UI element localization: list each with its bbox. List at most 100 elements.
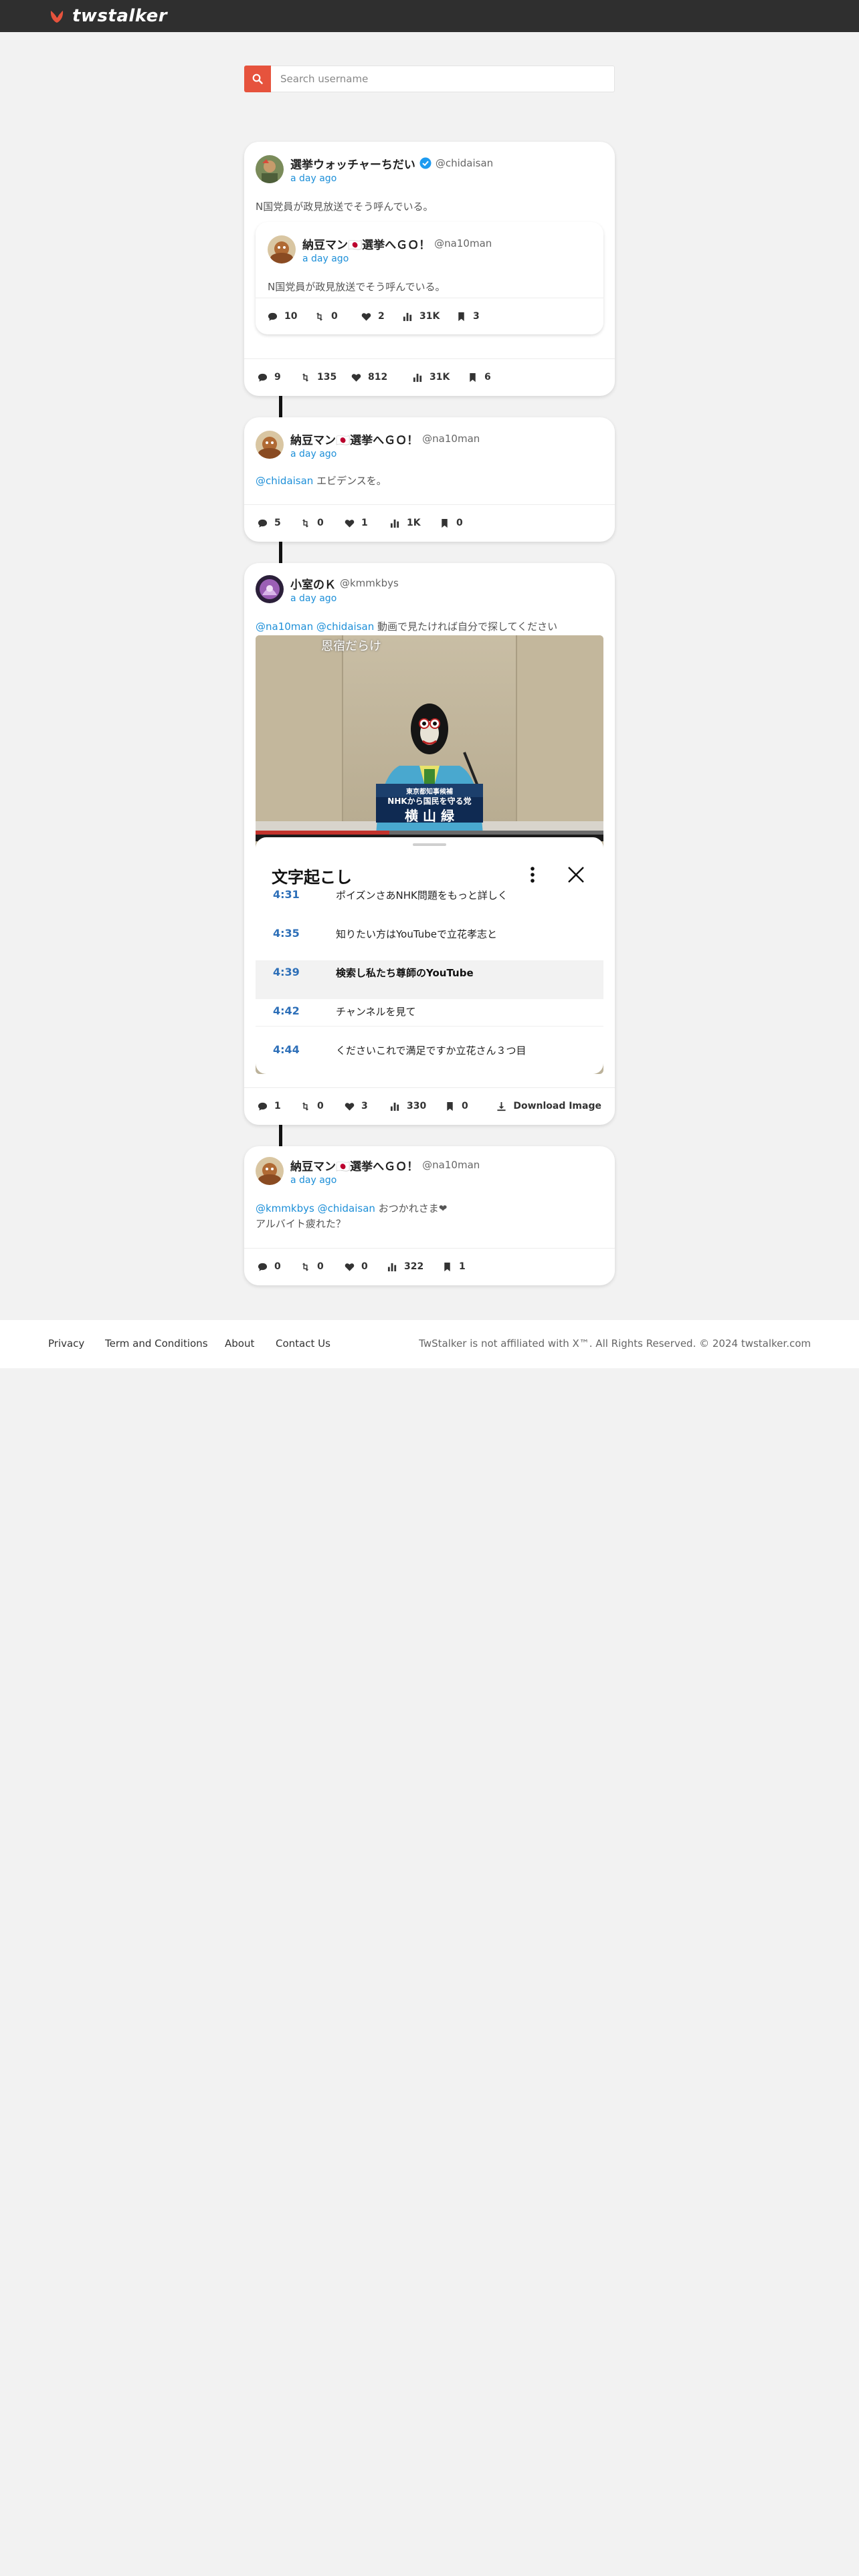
retweet-stat[interactable]: 0 <box>300 518 324 528</box>
avatar-image <box>256 1157 284 1185</box>
views-chart-icon <box>413 373 422 382</box>
download-image-button[interactable]: Download Image <box>496 1101 601 1111</box>
footer-copyright: TwStalker is not affiliated with X™. All… <box>419 1337 811 1350</box>
avatar-image <box>256 575 284 603</box>
avatar[interactable] <box>256 1157 284 1185</box>
tweet-header: 納豆マン🇯🇵選挙へＧＯ！ @na10man a day ago <box>256 1157 480 1186</box>
bookmark-icon <box>447 1101 453 1111</box>
like-stat[interactable]: 0 <box>345 1261 368 1272</box>
retweet-icon <box>302 1101 309 1111</box>
bookmark-stat[interactable]: 0 <box>440 518 463 528</box>
nameplate-name: 横 山 緑 <box>405 808 454 824</box>
reply-stat[interactable]: 5 <box>258 518 281 528</box>
tweet-text: @na10man @chidaisan 動画で見たければ自分で探してください <box>256 621 558 633</box>
avatar[interactable] <box>256 431 284 459</box>
like-stat[interactable]: 3 <box>345 1101 368 1111</box>
retweet-stat[interactable]: 0 <box>300 1101 324 1111</box>
footer-link-contact[interactable]: Contact Us <box>276 1337 330 1350</box>
search-input[interactable] <box>271 66 615 92</box>
like-stat[interactable]: 812 <box>351 372 387 383</box>
transcript-row-active[interactable]: 4:39 検索し私たち尊師のYouTube <box>256 966 603 982</box>
reply-stat[interactable]: 9 <box>258 372 281 383</box>
transcript-row[interactable]: 4:35 知りたい方はYouTubeで立花孝志と <box>256 927 603 943</box>
tweet-header: 小室のＫ @kmmkbys a day ago <box>256 575 399 604</box>
author-name[interactable]: 小室のＫ <box>290 575 336 592</box>
thread-connector <box>279 542 282 563</box>
views-stat[interactable]: 31K <box>403 311 440 322</box>
author-name[interactable]: 選挙ウォッチャーちだい <box>290 155 415 172</box>
tweet-time[interactable]: a day ago <box>290 449 480 459</box>
like-stat[interactable]: 1 <box>345 518 368 528</box>
views-stat[interactable]: 1K <box>390 518 421 528</box>
transcript-row[interactable]: 4:44 くださいこれで満足ですか立花さん３つ目 <box>256 1043 603 1059</box>
avatar[interactable] <box>268 235 296 263</box>
reply-stat[interactable]: 10 <box>268 311 297 322</box>
tweet-time[interactable]: a day ago <box>290 593 399 604</box>
author-handle[interactable]: @na10man <box>434 237 492 249</box>
transcript-title: 文字起こし <box>272 868 352 887</box>
bookmark-icon <box>444 1262 450 1271</box>
search-bar <box>244 66 615 92</box>
transcript-close-icon[interactable] <box>565 864 587 887</box>
tweet-text: N国党員が政見放送でそう呼んでいる。 <box>256 201 434 213</box>
tweet-media-image[interactable]: 恩宿だらけ 東京都知事候補 NHKから国民を守る党 横 山 緑 文字起こし 4:… <box>256 635 603 1074</box>
heart-icon <box>345 1263 355 1271</box>
tweet-card: 選挙ウォッチャーちだい @chidaisan a day ago N国党員が政見… <box>244 142 615 396</box>
views-stat[interactable]: 322 <box>387 1261 423 1272</box>
tweet-text: @chidaisan エビデンスを。 <box>256 475 387 487</box>
retweet-stat[interactable]: 135 <box>300 372 337 383</box>
mention-link[interactable]: @chidaisan <box>316 621 374 633</box>
author-handle[interactable]: @kmmkbys <box>340 577 399 589</box>
footer-link-privacy[interactable]: Privacy <box>48 1337 84 1350</box>
avatar-image <box>256 431 284 459</box>
site-logo[interactable]: twstalker <box>48 5 167 27</box>
quote-stats: 10 0 2 31K 3 <box>256 298 603 334</box>
author-name[interactable]: 納豆マン🇯🇵選挙へＧＯ！ <box>302 235 430 252</box>
reply-stat[interactable]: 1 <box>258 1101 281 1111</box>
heart-icon <box>361 312 371 321</box>
bookmark-stat[interactable]: 6 <box>468 372 491 383</box>
nameplate-small: 東京都知事候補 <box>406 788 453 796</box>
tweet-time[interactable]: a day ago <box>302 253 492 264</box>
reply-stat[interactable]: 0 <box>258 1261 281 1272</box>
reply-icon <box>258 1102 268 1111</box>
retweet-stat[interactable]: 0 <box>314 311 338 322</box>
avatar[interactable] <box>256 575 284 603</box>
bookmark-stat[interactable]: 0 <box>445 1101 468 1111</box>
author-handle[interactable]: @na10man <box>422 433 480 445</box>
logo-text: twstalker <box>72 6 168 26</box>
bookmark-stat[interactable]: 3 <box>456 311 480 322</box>
like-stat[interactable]: 2 <box>361 311 385 322</box>
retweet-icon <box>302 372 309 382</box>
tweet-card: 小室のＫ @kmmkbys a day ago @na10man @chidai… <box>244 563 615 1125</box>
views-stat[interactable]: 31K <box>413 372 450 383</box>
search-button[interactable] <box>244 66 271 92</box>
heart-icon <box>345 1102 355 1111</box>
mention-link[interactable]: @chidaisan <box>318 1202 375 1214</box>
reply-icon <box>258 373 268 382</box>
tweet-time[interactable]: a day ago <box>290 173 493 184</box>
author-handle[interactable]: @na10man <box>422 1159 480 1171</box>
footer-link-terms[interactable]: Term and Conditions <box>105 1337 208 1350</box>
mention-link[interactable]: @chidaisan <box>256 475 313 487</box>
author-name[interactable]: 納豆マン🇯🇵選挙へＧＯ！ <box>290 1157 418 1174</box>
tweet-text: @kmmkbys @chidaisan おつかれさま❤ アルバイト疲れた？ <box>256 1202 448 1230</box>
avatar[interactable] <box>256 155 284 183</box>
views-chart-icon <box>390 1102 399 1111</box>
quoted-tweet[interactable]: 納豆マン🇯🇵選挙へＧＯ！ @na10man a day ago N国党員が政見放… <box>256 222 603 334</box>
bookmark-stat[interactable]: 1 <box>442 1261 466 1272</box>
views-chart-icon <box>403 312 412 321</box>
author-handle[interactable]: @chidaisan <box>436 157 493 169</box>
mention-link[interactable]: @kmmkbys <box>256 1202 314 1214</box>
tweet-time[interactable]: a day ago <box>290 1175 480 1186</box>
footer-link-about[interactable]: About <box>225 1337 254 1350</box>
retweet-stat[interactable]: 0 <box>300 1261 324 1272</box>
views-stat[interactable]: 330 <box>390 1101 426 1111</box>
thread-connector <box>279 1125 282 1146</box>
transcript-row[interactable]: 4:31 ポイズンさあNHK問題をもっと詳しく <box>256 888 603 904</box>
author-name[interactable]: 納豆マン🇯🇵選挙へＧＯ！ <box>290 431 418 447</box>
transcript-row[interactable]: 4:42 チャンネルを見て <box>256 1004 603 1021</box>
transcript-menu-icon[interactable] <box>526 863 539 887</box>
tweet-header: 選挙ウォッチャーちだい @chidaisan a day ago <box>256 155 493 184</box>
mention-link[interactable]: @na10man <box>256 621 313 633</box>
